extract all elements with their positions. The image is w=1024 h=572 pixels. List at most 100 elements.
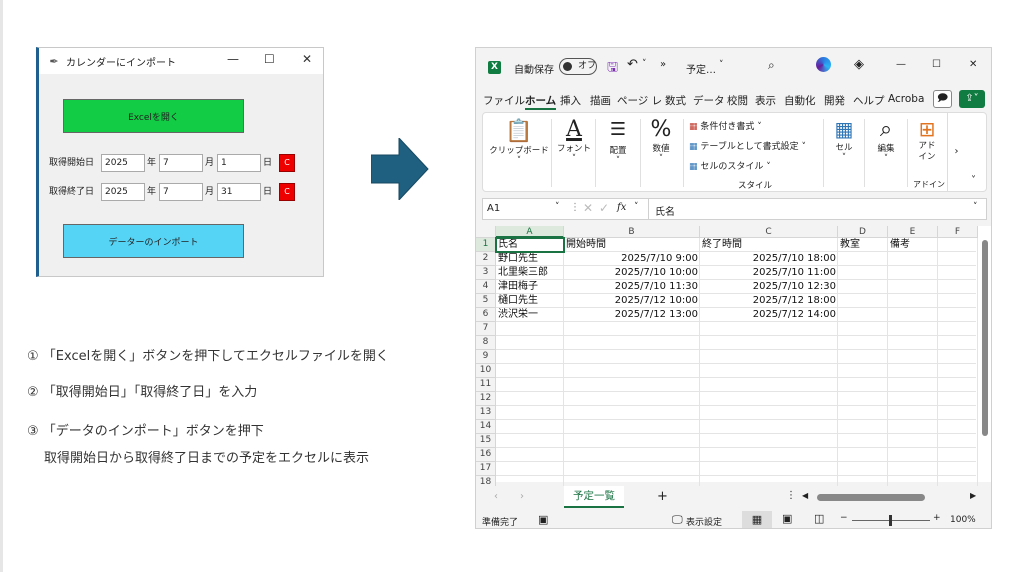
start-year-field[interactable]: 2025 (101, 154, 145, 172)
row-header-14[interactable]: 14 (476, 420, 496, 434)
font-group[interactable]: A フォント ˅ (555, 117, 593, 164)
cells-group[interactable]: ▦ セル ˅ (826, 117, 862, 163)
column-header-b[interactable]: B (564, 226, 700, 238)
tab-acrobat[interactable]: Acroba (888, 93, 924, 105)
more-icon[interactable]: ⋮ (786, 490, 796, 501)
tab-formulas[interactable]: 数式 (665, 93, 686, 108)
clipboard-group[interactable]: 📋 クリップボード ˅ (489, 119, 549, 166)
row-header-2[interactable]: 2 (476, 252, 496, 266)
cell-a6[interactable]: 渋沢栄一 (498, 308, 562, 322)
copilot-icon[interactable] (816, 57, 831, 72)
tab-view[interactable]: 表示 (755, 93, 776, 108)
tab-help[interactable]: ヘルプ (853, 93, 885, 108)
overflow-icon[interactable]: » (660, 59, 666, 70)
addins-group[interactable]: ⊞ アド イン (910, 117, 944, 163)
comment-icon[interactable]: 🗩 (933, 90, 952, 108)
page-layout-view-icon[interactable]: ▣ (782, 512, 792, 525)
ribbon-scroll-right-icon[interactable]: › (947, 113, 965, 191)
cell-c2[interactable]: 2025/7/10 18:00 (702, 252, 836, 266)
cell-b6[interactable]: 2025/7/12 13:00 (566, 308, 698, 322)
row-header-13[interactable]: 13 (476, 406, 496, 420)
more-icon[interactable]: ⋮ (570, 202, 580, 213)
cell-b1[interactable]: 開始時間 (566, 238, 698, 252)
sheet-tab[interactable]: 予定一覧 (564, 486, 624, 508)
formula-content[interactable]: 氏名 (655, 203, 675, 218)
diamond-icon[interactable]: ◈ (854, 57, 864, 72)
cell-d1[interactable]: 教室 (840, 238, 886, 252)
cell-c5[interactable]: 2025/7/12 18:00 (702, 294, 836, 308)
select-all-corner[interactable] (476, 226, 496, 238)
import-data-button[interactable]: データーのインポート (63, 224, 244, 258)
cell-e1[interactable]: 備考 (890, 238, 936, 252)
row-header-9[interactable]: 9 (476, 350, 496, 364)
tab-page-layout[interactable]: ページ レ (617, 93, 662, 108)
maximize-button[interactable]: ☐ (932, 59, 941, 70)
collapse-ribbon-icon[interactable]: ˅ (971, 175, 976, 186)
cell-a2[interactable]: 野口先生 (498, 252, 562, 266)
conditional-format-button[interactable]: ▦ 条件付き書式 ˅ (689, 119, 762, 132)
format-as-table-button[interactable]: ▦ テーブルとして書式設定 ˅ (689, 139, 806, 152)
row-header-17[interactable]: 17 (476, 462, 496, 476)
scroll-right-icon[interactable]: ▶ (970, 491, 976, 500)
zoom-out-icon[interactable]: − (840, 513, 848, 523)
zoom-in-icon[interactable]: + (933, 513, 941, 523)
normal-view-icon[interactable]: ▦ (742, 511, 772, 528)
cell-c4[interactable]: 2025/7/10 12:30 (702, 280, 836, 294)
save-icon[interactable]: 🖫 (607, 58, 618, 80)
open-excel-button[interactable]: Excelを開く (63, 99, 244, 133)
file-name-dropdown-icon[interactable]: ˅ (719, 60, 724, 70)
start-calendar-button[interactable]: C (279, 154, 295, 172)
end-month-field[interactable]: 7 (159, 183, 203, 201)
column-header-c[interactable]: C (700, 226, 838, 238)
page-break-view-icon[interactable]: ◫ (814, 512, 824, 525)
minimize-button[interactable]: — (227, 52, 239, 66)
column-header-f[interactable]: F (938, 226, 978, 238)
zoom-level[interactable]: 100% (950, 515, 976, 525)
close-button[interactable]: ✕ (969, 59, 977, 70)
search-icon[interactable]: ⌕ (768, 58, 775, 73)
end-calendar-button[interactable]: C (279, 183, 295, 201)
row-header-16[interactable]: 16 (476, 448, 496, 462)
end-year-field[interactable]: 2025 (101, 183, 145, 201)
end-day-field[interactable]: 31 (217, 183, 261, 201)
tab-review[interactable]: 校閲 (727, 93, 748, 108)
scroll-left-icon[interactable]: ◀ (802, 491, 808, 500)
horizontal-scrollbar[interactable] (817, 494, 925, 501)
number-group[interactable]: % 数値 ˅ (643, 117, 679, 164)
autosave-toggle[interactable]: オフ (559, 58, 597, 75)
cell-b4[interactable]: 2025/7/10 11:30 (566, 280, 698, 294)
close-button[interactable]: ✕ (302, 52, 312, 66)
cell-b2[interactable]: 2025/7/10 9:00 (566, 252, 698, 266)
sheet-next-icon[interactable]: › (520, 491, 524, 502)
row-header-5[interactable]: 5 (476, 294, 496, 308)
add-sheet-button[interactable]: + (657, 489, 668, 504)
tab-insert[interactable]: 挿入 (560, 93, 581, 108)
column-header-e[interactable]: E (888, 226, 938, 238)
row-header-11[interactable]: 11 (476, 378, 496, 392)
row-header-8[interactable]: 8 (476, 336, 496, 350)
cell-a4[interactable]: 津田梅子 (498, 280, 562, 294)
row-header-7[interactable]: 7 (476, 322, 496, 336)
editing-group[interactable]: ⌕ 編集 ˅ (867, 117, 905, 164)
fx-dropdown-icon[interactable]: ˅ (634, 202, 639, 212)
tab-file[interactable]: ファイル (483, 93, 525, 108)
enter-icon[interactable]: ✓ (599, 201, 609, 215)
alignment-group[interactable]: ☰ 配置 ˅ (599, 119, 637, 166)
row-header-12[interactable]: 12 (476, 392, 496, 406)
tab-home[interactable]: ホーム (525, 93, 557, 110)
undo-icon[interactable]: ↶ (627, 57, 638, 72)
cell-a3[interactable]: 北里柴三郎 (498, 266, 562, 280)
cell-a5[interactable]: 樋口先生 (498, 294, 562, 308)
row-header-6[interactable]: 6 (476, 308, 496, 322)
namebox-dropdown-icon[interactable]: ˅ (555, 202, 560, 212)
row-header-1[interactable]: 1 (476, 238, 496, 252)
row-header-4[interactable]: 4 (476, 280, 496, 294)
cell-c6[interactable]: 2025/7/12 14:00 (702, 308, 836, 322)
expand-formula-icon[interactable]: ˅ (973, 202, 978, 212)
sheet-prev-icon[interactable]: ‹ (494, 491, 498, 502)
cell-b5[interactable]: 2025/7/12 10:00 (566, 294, 698, 308)
display-settings-label[interactable]: 表示設定 (686, 515, 722, 528)
undo-dropdown-icon[interactable]: ˅ (642, 59, 647, 69)
column-header-d[interactable]: D (838, 226, 888, 238)
tab-automate[interactable]: 自動化 (784, 93, 816, 108)
